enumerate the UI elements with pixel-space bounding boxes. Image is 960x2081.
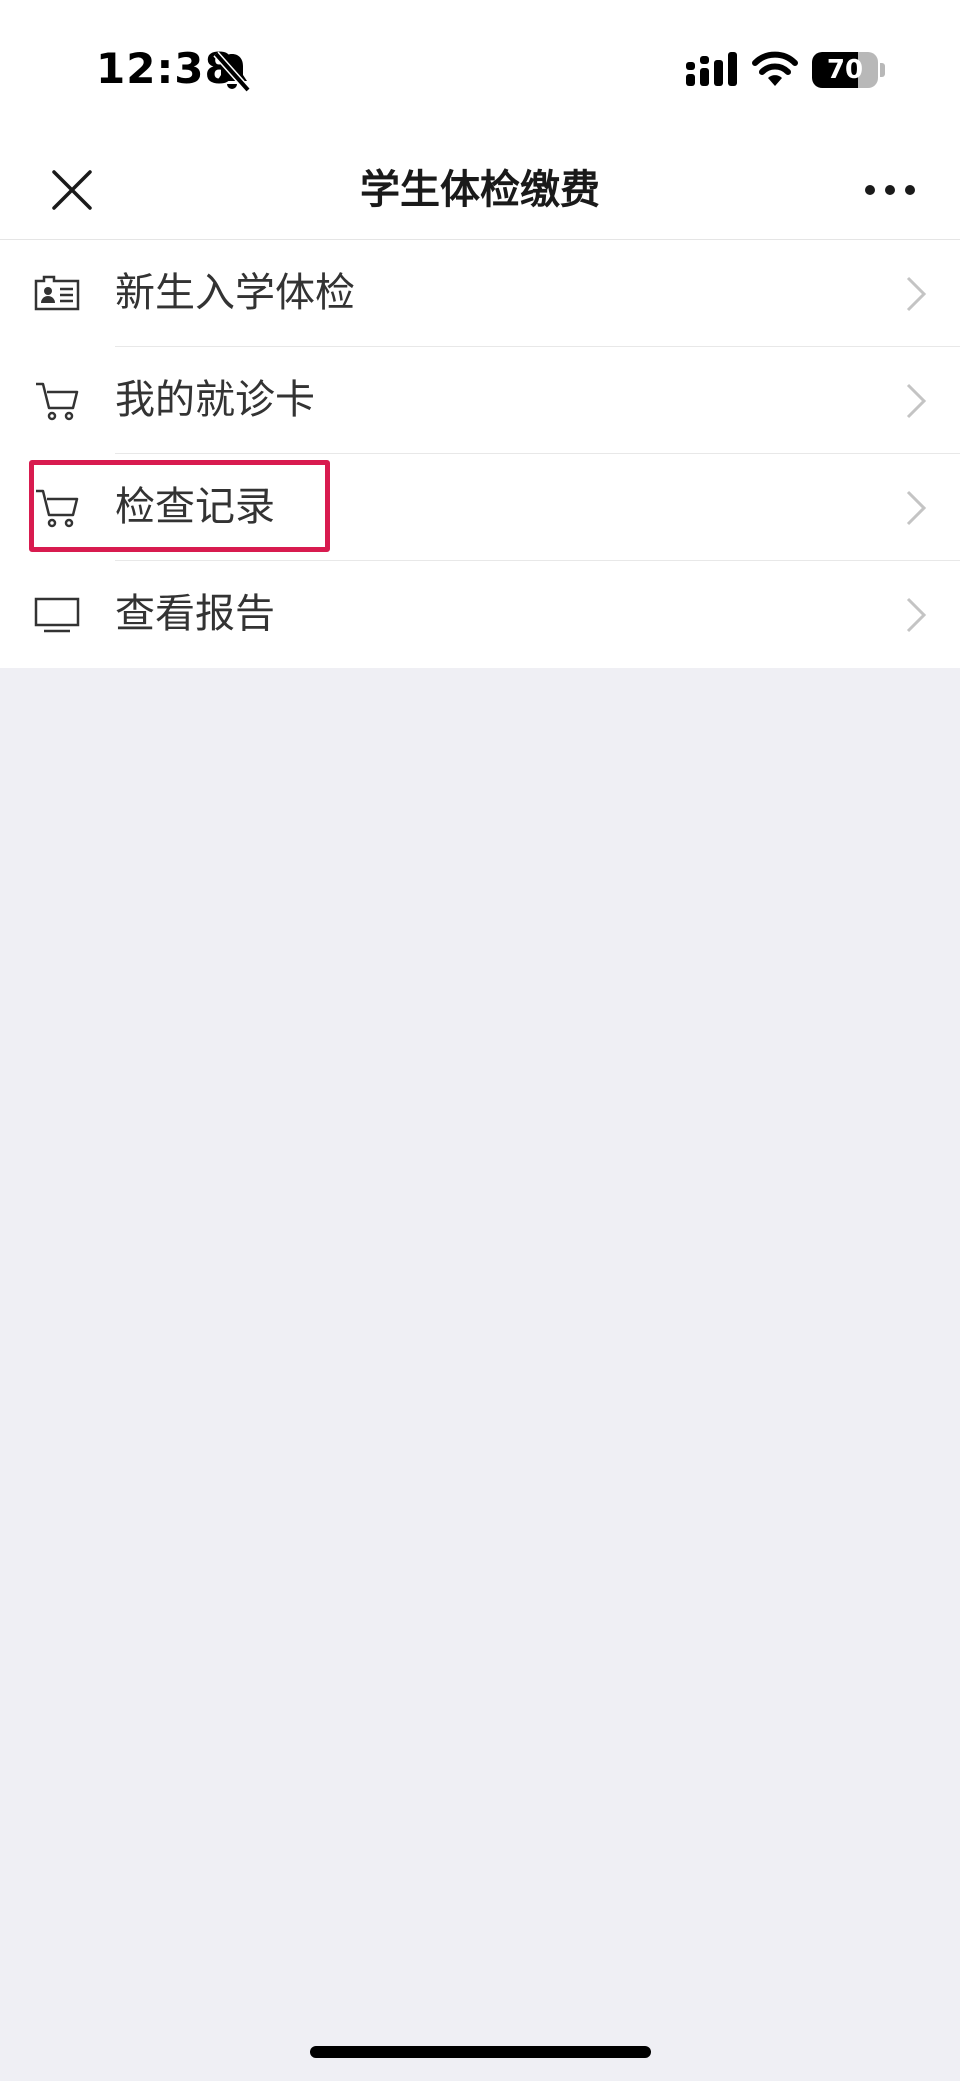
menu-item-my-visit-card[interactable]: 我的就诊卡	[0, 347, 960, 454]
menu-list: 新生入学体检 我的就诊卡 检查记录 查看报告	[0, 240, 960, 668]
battery-cap	[880, 63, 885, 77]
menu-item-label: 检查记录	[115, 484, 275, 530]
status-bar: 12:38 70	[0, 0, 960, 140]
nav-bar: 学生体检缴费	[0, 140, 960, 240]
menu-item-label: 查看报告	[115, 591, 275, 637]
monitor-icon	[34, 597, 80, 633]
chevron-right-icon	[906, 383, 927, 419]
id-card-icon	[34, 275, 80, 311]
chevron-right-icon	[906, 597, 927, 633]
menu-item-view-report[interactable]: 查看报告	[0, 561, 960, 668]
close-icon[interactable]	[44, 162, 100, 218]
chevron-right-icon	[906, 490, 927, 526]
signal-icon	[686, 52, 737, 86]
cart-icon	[36, 382, 79, 421]
menu-item-label: 我的就诊卡	[115, 377, 315, 423]
cart-icon	[36, 489, 79, 528]
more-icon[interactable]	[862, 176, 918, 204]
menu-item-exam-records[interactable]: 检查记录	[0, 454, 960, 561]
home-indicator[interactable]	[310, 2046, 651, 2058]
battery-icon: 70	[812, 52, 878, 88]
menu-item-new-student-exam[interactable]: 新生入学体检	[0, 240, 960, 347]
page-title: 学生体检缴费	[360, 167, 600, 213]
battery-level: 70	[826, 55, 864, 85]
phone-screen: 12:38 70 学生体检缴费 新生入学体检 我的就诊卡 检查记录 查看报告	[0, 0, 960, 2081]
wifi-icon	[752, 51, 798, 86]
menu-item-label: 新生入学体检	[115, 270, 355, 316]
bell-slash-icon	[213, 51, 251, 93]
chevron-right-icon	[906, 276, 927, 312]
